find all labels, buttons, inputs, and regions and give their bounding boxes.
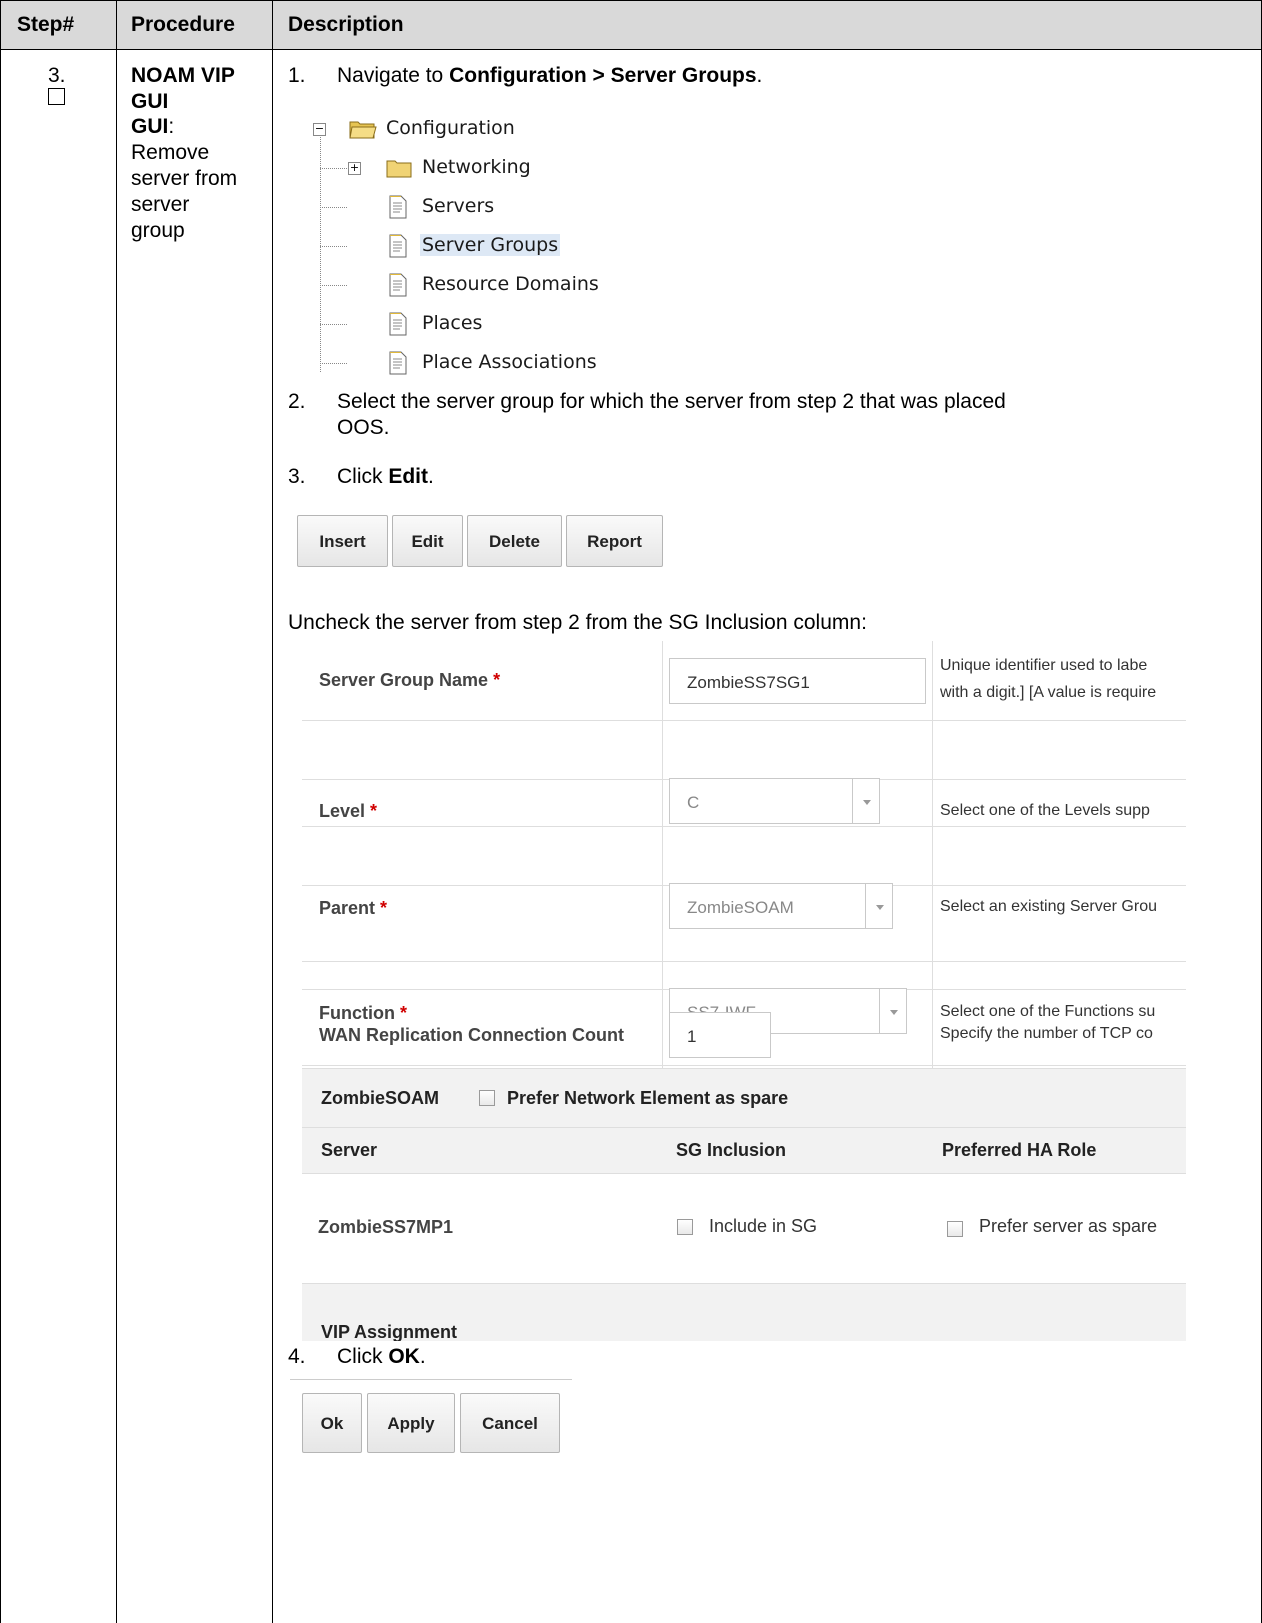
vip-section-band: VIP Assignment xyxy=(302,1283,1186,1341)
row-server-name: ZombieSS7MP1 xyxy=(318,1217,454,1237)
step-number: 3. xyxy=(48,64,66,87)
vip-heading: VIP Assignment xyxy=(321,1322,458,1341)
procedure-title: NOAM VIP GUI xyxy=(131,64,235,113)
report-button[interactable]: Report xyxy=(566,515,663,567)
chevron-down-icon xyxy=(865,883,893,929)
col-preferred-ha-role: Preferred HA Role xyxy=(942,1140,1097,1160)
server-group-name-input[interactable]: ZombieSS7SG1 xyxy=(669,658,926,704)
document-icon xyxy=(389,234,407,258)
document-icon xyxy=(389,312,407,336)
server-group-name-label: Server Group Name * xyxy=(319,670,501,690)
uncheck-instruction: Uncheck the server from step 2 from the … xyxy=(288,611,867,634)
document-icon xyxy=(389,351,407,375)
function-label: Function * xyxy=(319,1003,408,1023)
wan-label: WAN Replication Connection Count xyxy=(319,1025,624,1045)
col-divider-2 xyxy=(272,0,273,1623)
parent-help: Select an existing Server Grou xyxy=(940,898,1157,915)
include-in-sg-label: Include in SG xyxy=(709,1216,818,1236)
edit-button[interactable]: Edit xyxy=(392,515,463,567)
step-2-number: 2. xyxy=(288,390,306,413)
tree-item-server-groups[interactable]: Server Groups xyxy=(420,234,561,256)
parent-select[interactable]: ZombieSOAM xyxy=(669,883,893,929)
step-3-text: Click Edit. xyxy=(337,465,434,488)
tree-guide xyxy=(320,134,321,372)
tree-item-resource-domains[interactable]: Resource Domains xyxy=(422,273,599,295)
name-help-2: with a digit.] [A value is require xyxy=(940,684,1157,701)
parent-label: Parent * xyxy=(319,898,388,918)
tree-item-places[interactable]: Places xyxy=(422,312,482,334)
header-description: Description xyxy=(288,13,404,36)
level-label: Level * xyxy=(319,801,378,821)
folder-open-icon xyxy=(349,121,377,139)
procedure-cell: NOAM VIP GUI GUI: Remove server from ser… xyxy=(131,63,267,244)
col-server: Server xyxy=(321,1140,378,1160)
name-help-1: Unique identifier used to labe xyxy=(940,657,1148,674)
prefer-server-spare-label: Prefer server as spare xyxy=(979,1216,1158,1236)
insert-button[interactable]: Insert xyxy=(297,515,388,567)
level-select[interactable]: C xyxy=(669,778,880,824)
tree-item-place-associations[interactable]: Place Associations xyxy=(422,351,597,373)
tree-item-networking[interactable]: Networking xyxy=(422,156,531,178)
procedure-line-3: server xyxy=(131,193,190,216)
step-1: 1. xyxy=(288,63,306,89)
menu-path: Configuration > Server Groups xyxy=(449,64,757,87)
delete-button[interactable]: Delete xyxy=(467,515,562,567)
step-1-text: Navigate to Configuration > Server Group… xyxy=(337,64,763,87)
document-icon xyxy=(389,195,407,219)
chevron-down-icon xyxy=(852,778,880,824)
apply-button[interactable]: Apply xyxy=(367,1393,455,1453)
procedure-line-4: group xyxy=(131,219,185,242)
step-checkbox[interactable] xyxy=(48,88,65,105)
tree-item-configuration[interactable]: Configuration xyxy=(386,117,515,139)
ne-name: ZombieSOAM xyxy=(321,1088,440,1108)
step-2-text: Select the server group for which the se… xyxy=(337,390,1006,439)
chevron-down-icon xyxy=(879,988,907,1034)
function-help: Select one of the Functions su xyxy=(940,1003,1156,1020)
procedure-colon: : xyxy=(168,115,175,138)
document-icon xyxy=(389,273,407,297)
prefer-ne-spare-label: Prefer Network Element as spare xyxy=(507,1088,789,1108)
header-divider xyxy=(0,49,1262,50)
expand-networking-toggle[interactable]: + xyxy=(348,162,361,175)
cancel-button[interactable]: Cancel xyxy=(460,1393,560,1453)
tree-item-servers[interactable]: Servers xyxy=(422,195,494,217)
wan-help: Specify the number of TCP co xyxy=(940,1025,1153,1042)
header-step: Step# xyxy=(17,13,75,36)
step-1-number: 1. xyxy=(288,64,306,87)
level-help: Select one of the Levels supp xyxy=(940,802,1150,819)
ok-button[interactable]: Ok xyxy=(302,1393,362,1453)
procedure-line-2: server from xyxy=(131,167,238,190)
step-4-text: Click OK. xyxy=(337,1345,426,1368)
include-in-sg-checkbox[interactable] xyxy=(677,1219,693,1235)
prefer-ne-spare-checkbox[interactable] xyxy=(479,1090,495,1106)
header-procedure: Procedure xyxy=(131,13,235,36)
folder-icon xyxy=(386,160,412,178)
col-sg-inclusion: SG Inclusion xyxy=(676,1140,787,1160)
table-border-left xyxy=(0,0,1,1623)
procedure-line-1: Remove xyxy=(131,141,210,164)
col-divider-1 xyxy=(116,0,117,1623)
wan-count-input[interactable]: 1 xyxy=(669,1012,771,1058)
table-border-top xyxy=(0,0,1262,1)
prefer-server-spare-checkbox[interactable] xyxy=(947,1221,963,1237)
step-4-number: 4. xyxy=(288,1345,306,1368)
step-3-number: 3. xyxy=(288,465,306,488)
dialog-button-divider xyxy=(290,1379,572,1380)
collapse-configuration-toggle[interactable]: − xyxy=(313,123,326,136)
